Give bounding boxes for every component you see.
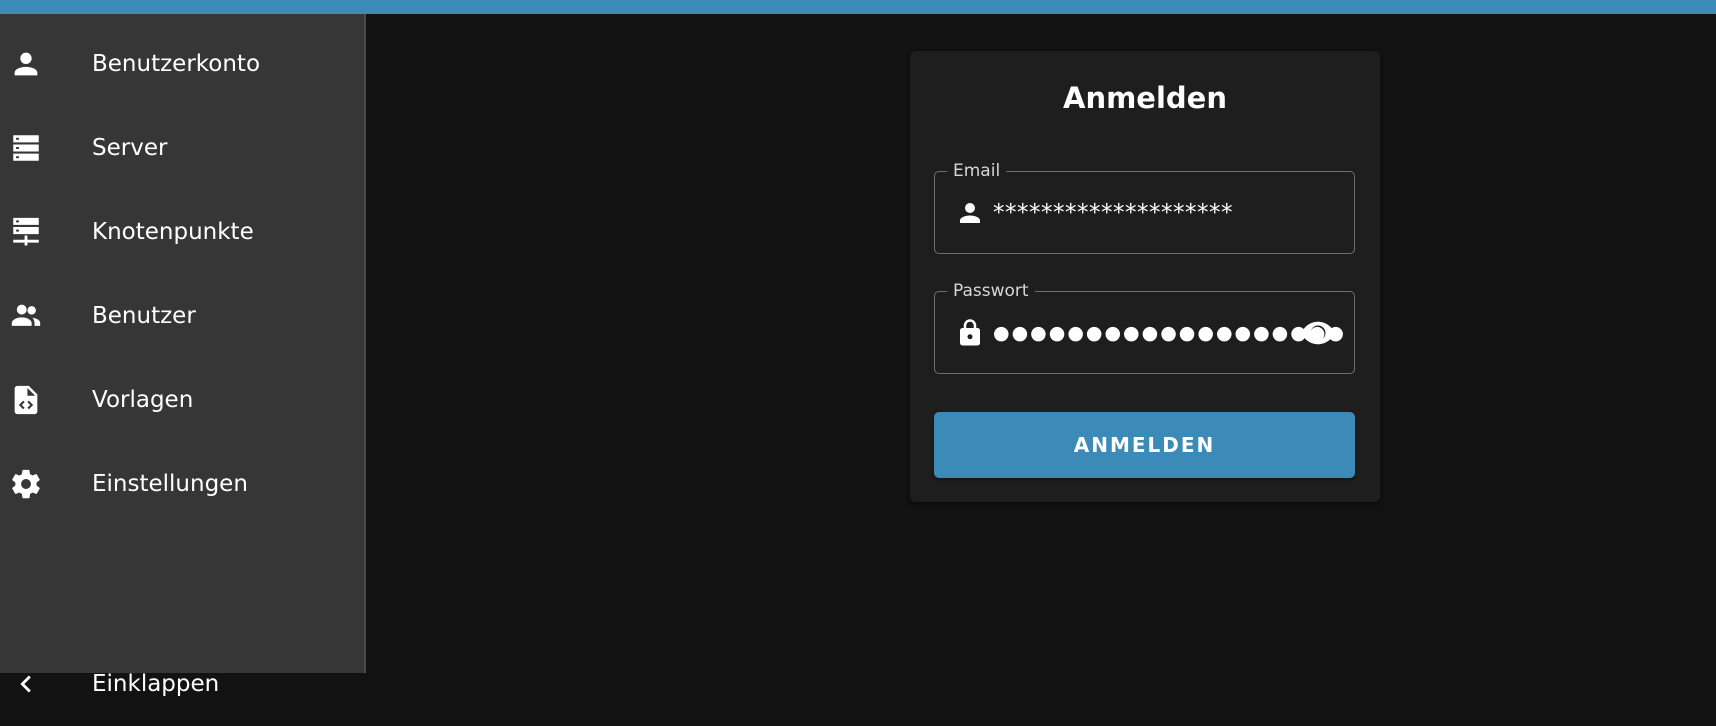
account-icon	[955, 198, 985, 228]
password-label: Passwort	[947, 280, 1035, 302]
sidebar-item-einstellungen[interactable]: Einstellungen	[0, 442, 364, 526]
sidebar-item-label: Server	[92, 135, 168, 161]
sidebar-item-label: Benutzerkonto	[92, 51, 261, 77]
users-icon	[8, 298, 44, 334]
sidebar-item-knotenpunkte[interactable]: Knotenpunkte	[0, 190, 364, 274]
email-label: Email	[947, 160, 1007, 182]
lan-icon	[8, 214, 44, 250]
email-field[interactable]: Email ********************	[934, 160, 1355, 254]
password-input[interactable]: ●●●●●●●●●●●●●●●●●●●	[993, 322, 1344, 344]
gear-icon	[8, 466, 44, 502]
server-icon	[8, 130, 44, 166]
password-field[interactable]: Passwort ●●●●●●●●●●●●●●●●●●●	[934, 280, 1355, 374]
sidebar-item-benutzer[interactable]: Benutzer	[0, 274, 364, 358]
login-submit-button[interactable]: ANMELDEN	[934, 412, 1355, 478]
eye-icon[interactable]	[1300, 315, 1336, 351]
sidebar-item-label: Benutzer	[92, 303, 196, 329]
sidebar-item-vorlagen[interactable]: Vorlagen	[0, 358, 364, 442]
sidebar-item-label: Knotenpunkte	[92, 219, 254, 245]
top-app-bar	[0, 0, 1716, 14]
sidebar-collapse-label: Einklappen	[92, 671, 220, 697]
file-code-icon	[8, 382, 44, 418]
sidebar-item-server[interactable]: Server	[0, 106, 364, 190]
login-title: Anmelden	[1063, 81, 1227, 115]
sidebar-collapse-button[interactable]: Einklappen	[0, 642, 364, 726]
sidebar-item-benutzerkonto[interactable]: Benutzerkonto	[0, 22, 364, 106]
sidebar-item-label: Einstellungen	[92, 471, 248, 497]
account-icon	[8, 46, 44, 82]
login-card: Anmelden Email ******************** Pass…	[910, 51, 1380, 502]
chevron-left-icon	[8, 666, 44, 702]
sidebar: Benutzerkonto Server Knotenpunkte Benutz…	[0, 14, 366, 697]
lock-icon	[955, 318, 985, 348]
sidebar-item-label: Vorlagen	[92, 387, 194, 413]
email-input[interactable]: ********************	[993, 200, 1293, 226]
